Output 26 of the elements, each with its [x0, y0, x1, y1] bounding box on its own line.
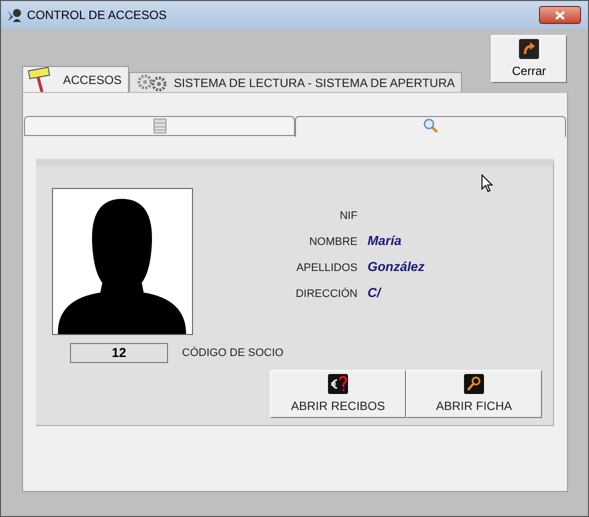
cursor-icon	[481, 174, 493, 193]
tab[interactable]: SISTEMA DE LECTURA - SISTEMA DE APERTURA	[128, 72, 462, 92]
field-label: NIF	[338, 208, 358, 224]
field-label: DIRECCIÓN	[294, 286, 358, 302]
app-icon	[5, 6, 23, 24]
member-code-field: 12	[70, 343, 168, 363]
tab[interactable]: ACCESOS	[22, 66, 129, 92]
gears-icon	[136, 74, 168, 92]
icon-tab[interactable]	[24, 116, 295, 136]
field-value: María	[367, 232, 402, 250]
search-icon	[423, 118, 438, 133]
euro-question-icon	[328, 374, 348, 394]
magnifier-icon	[464, 374, 484, 394]
field-value: González	[367, 258, 425, 276]
database-icon	[152, 118, 166, 134]
field-value: C/	[367, 284, 380, 302]
cerrar-button[interactable]: Cerrar	[491, 35, 567, 83]
icon-tab[interactable]	[295, 116, 566, 137]
window-title: CONTROL DE ACCESOS	[27, 7, 167, 24]
field-label: APELLIDOS	[295, 260, 358, 276]
close-icon	[555, 10, 565, 20]
field-label: CÓDIGO DE SOCIO	[182, 346, 284, 361]
action-button[interactable]: ABRIR RECIBOS	[270, 370, 406, 418]
close-button[interactable]	[539, 6, 581, 24]
field-label: NOMBRE	[308, 234, 358, 250]
action-button[interactable]: ABRIR FICHA	[406, 370, 542, 418]
